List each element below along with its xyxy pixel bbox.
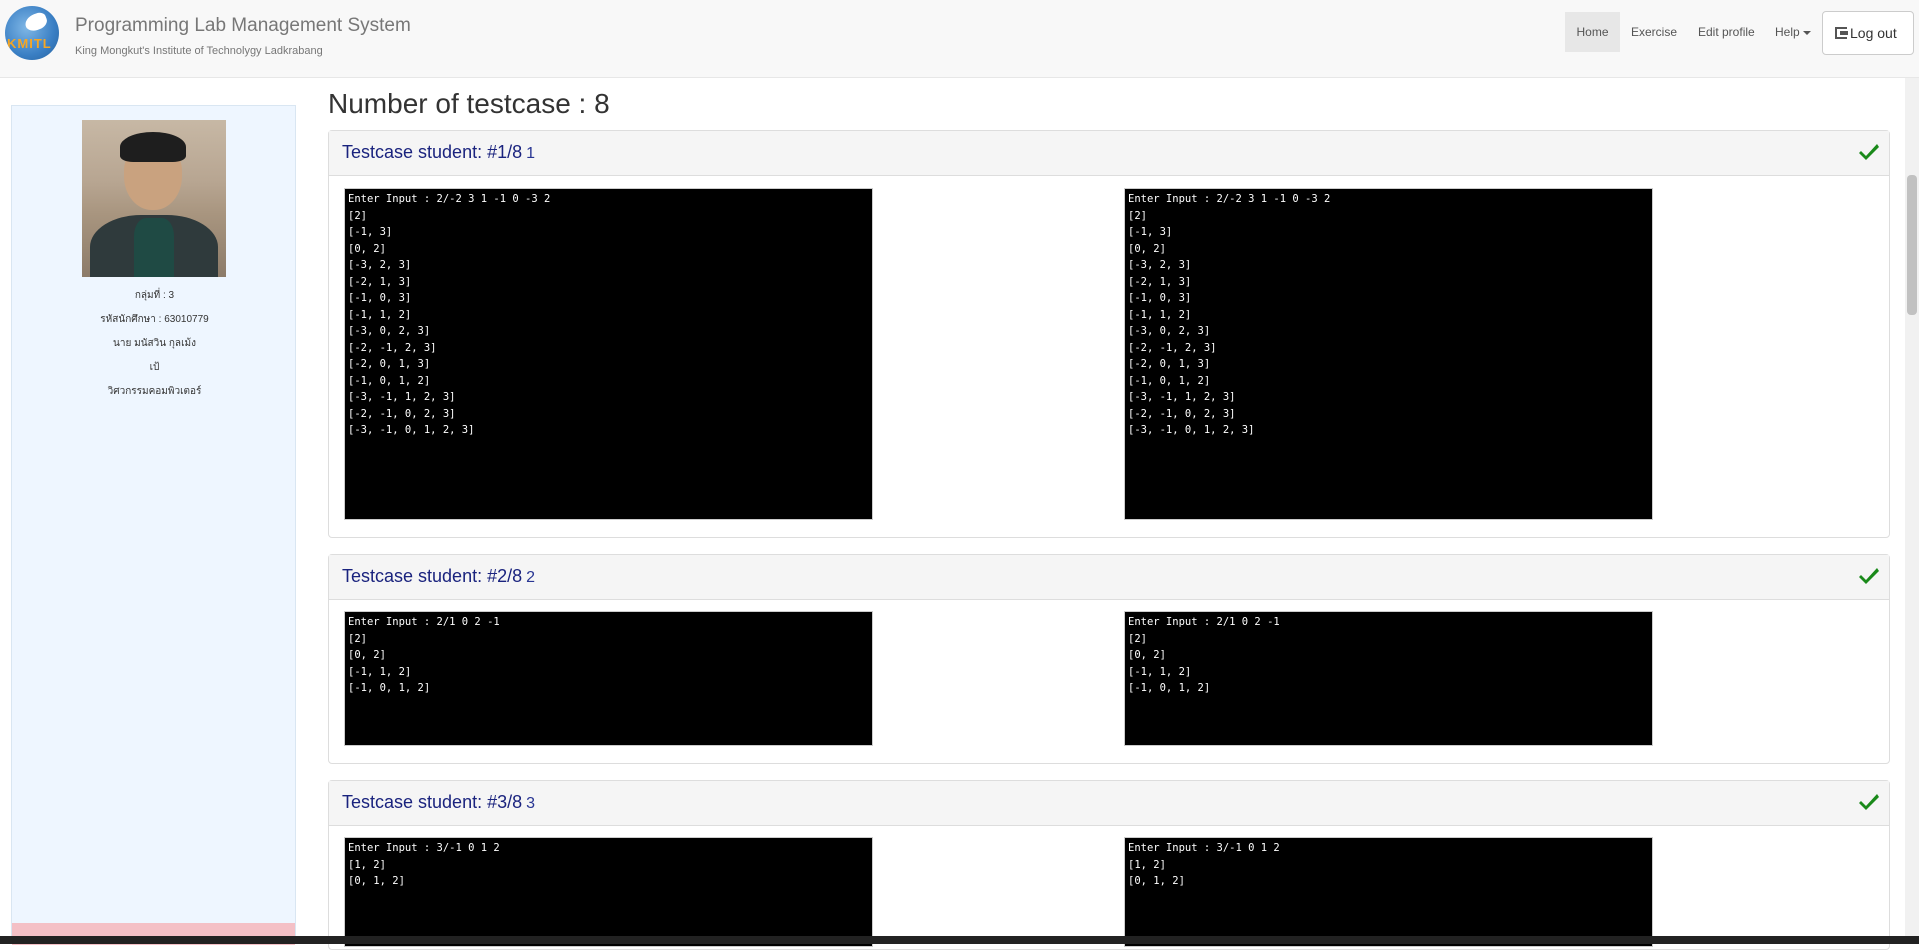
page-scrollbar-thumb[interactable] <box>1907 175 1917 315</box>
nav-home-link[interactable]: Home <box>1565 12 1620 52</box>
testcase-panel-header: Testcase student: #2/8 2 <box>329 555 1889 600</box>
student-output-textarea[interactable]: Enter Input : 2/-2 3 1 -1 0 -3 2 [2] [-1… <box>344 188 873 520</box>
nav-exercise-link[interactable]: Exercise <box>1619 12 1689 52</box>
profile-name: นาย มนัสวิน กุลเม้ง <box>113 338 196 349</box>
check-icon <box>1859 794 1879 810</box>
logout-button[interactable]: Log out <box>1822 11 1914 55</box>
top-navbar: KMITL Programming Lab Management System … <box>0 0 1919 78</box>
testcase-panel-2: Testcase student: #2/8 2 Enter Input : 2/… <box>328 554 1890 764</box>
caret-down-icon <box>1802 30 1811 35</box>
profile-student-id: รหัสนักศึกษา : 63010779 <box>100 314 209 325</box>
expected-output-textarea[interactable]: Enter Input : 3/-1 0 1 2 [1, 2] [0, 1, 2… <box>1124 837 1653 947</box>
page-title: Number of testcase : 8 <box>328 88 610 119</box>
check-icon <box>1859 568 1879 584</box>
avatar-hair-shape <box>120 132 186 162</box>
nav-help-label: Help <box>1775 25 1800 39</box>
testcase-number: 2 <box>526 569 536 586</box>
profile-nickname: เป้ <box>149 362 160 373</box>
avatar-shirt-shape <box>134 218 174 277</box>
app-title[interactable]: Programming Lab Management System <box>75 15 411 37</box>
testcase-number: 1 <box>526 145 536 162</box>
testcase-title[interactable]: Testcase student: #3/8 3 <box>342 792 535 813</box>
expected-output-textarea[interactable]: Enter Input : 2/1 0 2 -1 [2] [0, 2] [-1,… <box>1124 611 1653 746</box>
check-icon <box>1859 144 1879 160</box>
app-subtitle: King Mongkut's Institute of Technolygy L… <box>75 45 323 57</box>
testcase-number: 3 <box>526 795 536 812</box>
testcase-panel-1: Testcase student: #1/8 1 Enter Input : 2/… <box>328 130 1890 538</box>
logout-icon <box>1835 27 1848 39</box>
logo-bird-shape <box>22 10 50 34</box>
kmitl-logo[interactable]: KMITL <box>5 6 59 60</box>
testcase-title[interactable]: Testcase student: #1/8 1 <box>342 142 535 163</box>
testcase-panel-header: Testcase student: #3/8 3 <box>329 781 1889 826</box>
profile-group: กลุ่มที่ : 3 <box>134 290 175 301</box>
testcase-title[interactable]: Testcase student: #2/8 2 <box>342 566 535 587</box>
student-output-textarea[interactable]: Enter Input : 2/1 0 2 -1 [2] [0, 2] [-1,… <box>344 611 873 746</box>
student-avatar <box>82 120 226 277</box>
testcase-panel-3: Testcase student: #3/8 3 Enter Input : 3/… <box>328 780 1890 950</box>
testcase-title-text: Testcase student: #2/8 <box>342 566 523 586</box>
os-taskbar <box>0 936 1919 944</box>
logo-text: KMITL <box>7 36 52 51</box>
testcase-title-text: Testcase student: #3/8 <box>342 792 523 812</box>
profile-faculty: วิศวกรรมคอมพิวเตอร์ <box>107 386 202 397</box>
profile-sidebar: กลุ่มที่ : 3 รหัสนักศึกษา : 63010779 นาย… <box>11 105 296 945</box>
student-output-textarea[interactable]: Enter Input : 3/-1 0 1 2 [1, 2] [0, 1, 2… <box>344 837 873 947</box>
testcase-panel-header: Testcase student: #1/8 1 <box>329 131 1889 176</box>
expected-output-textarea[interactable]: Enter Input : 2/-2 3 1 -1 0 -3 2 [2] [-1… <box>1124 188 1653 520</box>
nav-edit-profile-link[interactable]: Edit profile <box>1686 12 1767 52</box>
logout-label: Log out <box>1850 25 1897 41</box>
nav-help-dropdown[interactable]: Help <box>1763 12 1823 52</box>
testcase-title-text: Testcase student: #1/8 <box>342 142 523 162</box>
